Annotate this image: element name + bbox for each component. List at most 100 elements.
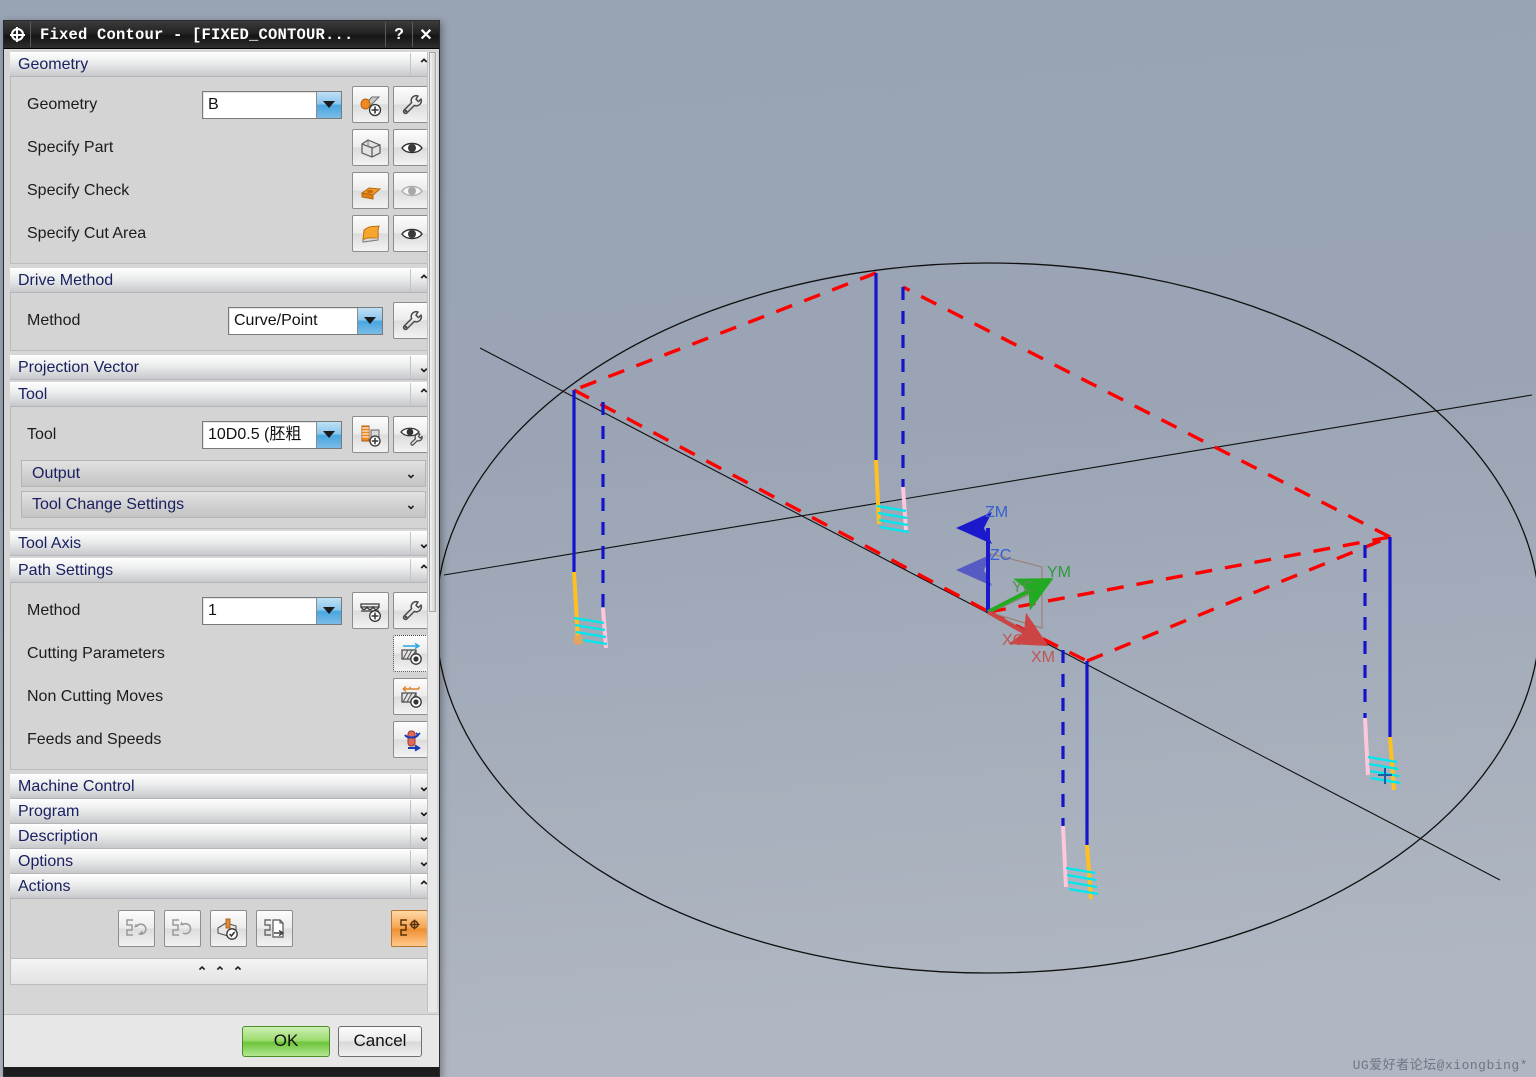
- feeds-and-speeds-icon[interactable]: [393, 721, 430, 758]
- gear-icon[interactable]: [4, 22, 31, 47]
- forum-watermark: UG爱好者论坛@xiongbing*: [1352, 1058, 1528, 1073]
- axis-label-xc: XC: [1002, 632, 1024, 649]
- section-header-path-settings[interactable]: Path Settings ⌃: [10, 558, 437, 583]
- path-method-select[interactable]: 1: [202, 596, 342, 625]
- row-drive-method: Method Curve/Point: [17, 299, 430, 342]
- scrollbar-thumb[interactable]: [429, 52, 436, 612]
- display-eye-disabled-icon[interactable]: [393, 172, 430, 209]
- ok-button[interactable]: OK: [242, 1025, 330, 1057]
- section-title-projection-vector: Projection Vector: [18, 358, 139, 376]
- part-solid-icon[interactable]: [352, 129, 389, 166]
- verify-toolpath-icon[interactable]: [209, 910, 247, 947]
- display-eye-icon[interactable]: [393, 129, 430, 166]
- row-geometry: Geometry B: [17, 83, 430, 126]
- section-header-description[interactable]: Description ⌄: [10, 824, 437, 849]
- label-feeds-and-speeds: Feeds and Speeds: [27, 730, 162, 748]
- subsection-header-tool-change-settings[interactable]: Tool Change Settings ⌄: [21, 491, 426, 518]
- axis-label-ym: YM: [1047, 564, 1071, 581]
- axis-label-xm: XM: [1031, 649, 1055, 666]
- section-title-tool-axis: Tool Axis: [18, 534, 82, 552]
- list-toolpath-icon[interactable]: [255, 910, 293, 947]
- section-title-geometry: Geometry: [18, 55, 89, 73]
- chevron-down-icon[interactable]: [316, 597, 341, 624]
- section-header-projection-vector[interactable]: Projection Vector ⌄: [10, 355, 437, 380]
- row-cutting-parameters: Cutting Parameters: [17, 632, 430, 675]
- chevron-down-icon[interactable]: [357, 307, 382, 334]
- section-body-tool: Tool 10D0.5 (胚粗 Output ⌄ Tool Change Set…: [10, 407, 437, 529]
- check-body-icon[interactable]: [352, 172, 389, 209]
- row-non-cutting-moves: Non Cutting Moves: [17, 675, 430, 718]
- non-cutting-moves-icon[interactable]: [393, 678, 430, 715]
- dialog-bottom-edge: [4, 1067, 439, 1076]
- chevron-down-icon[interactable]: [316, 421, 341, 448]
- row-path-method: Method 1: [17, 589, 430, 632]
- axis-label-zm: ZM: [985, 504, 1008, 521]
- section-body-path-settings: Method 1 Cutting Parameters Non Cutting …: [10, 583, 437, 770]
- app-root: ZM ZC YM YC XC XM UG爱好者论坛@xiongbing* Fix…: [0, 0, 1536, 1077]
- section-header-actions[interactable]: Actions ⌃: [10, 874, 437, 899]
- edit-tool-wrench-icon[interactable]: [393, 416, 430, 453]
- cancel-button[interactable]: Cancel: [338, 1025, 422, 1057]
- drive-method-select[interactable]: Curve/Point: [228, 306, 383, 335]
- dialog-scroll-body: Geometry ⌃ Geometry B Specify Part Speci…: [4, 49, 439, 1014]
- display-eye-icon[interactable]: [393, 215, 430, 252]
- label-path-method: Method: [27, 601, 81, 619]
- new-tool-icon[interactable]: [352, 416, 389, 453]
- section-title-options: Options: [18, 852, 74, 870]
- label-drive-method: Method: [27, 311, 81, 329]
- collapse-all-button[interactable]: ⌃⌃⌃: [10, 959, 437, 985]
- geometry-select[interactable]: B: [202, 90, 342, 119]
- new-method-icon[interactable]: [352, 592, 389, 629]
- row-feeds-and-speeds: Feeds and Speeds: [17, 718, 430, 761]
- drive-method-value: Curve/Point: [234, 311, 318, 329]
- section-title-description: Description: [18, 827, 99, 845]
- new-geometry-icon[interactable]: [352, 86, 389, 123]
- section-title-tool: Tool: [18, 385, 48, 403]
- subsection-header-output[interactable]: Output ⌄: [21, 460, 426, 487]
- dialog-scrollbar[interactable]: [427, 52, 437, 1012]
- section-header-options[interactable]: Options ⌄: [10, 849, 437, 874]
- section-title-program: Program: [18, 802, 80, 820]
- tool-select[interactable]: 10D0.5 (胚粗: [202, 420, 342, 449]
- replay-toolpath-icon[interactable]: [163, 910, 201, 947]
- row-specify-cut-area: Specify Cut Area: [17, 212, 430, 255]
- subsection-title-tool-change-settings: Tool Change Settings: [32, 495, 185, 513]
- axis-label-yc: YC: [1012, 579, 1034, 596]
- edit-wrench-icon[interactable]: [393, 86, 430, 123]
- axis-label-zc: ZC: [990, 547, 1011, 564]
- geometry-select-value: B: [208, 95, 219, 113]
- label-specify-cut-area: Specify Cut Area: [27, 224, 147, 242]
- row-tool: Tool 10D0.5 (胚粗: [17, 413, 430, 456]
- generate-toolpath-icon[interactable]: [117, 910, 155, 947]
- row-specify-part: Specify Part: [17, 126, 430, 169]
- help-button[interactable]: ?: [385, 22, 412, 47]
- chevron-down-icon[interactable]: [316, 91, 341, 118]
- section-title-actions: Actions: [18, 877, 71, 895]
- section-header-program[interactable]: Program ⌄: [10, 799, 437, 824]
- section-header-geometry[interactable]: Geometry ⌃: [10, 52, 437, 77]
- chevron-down-icon[interactable]: ⌄: [397, 497, 425, 513]
- cut-area-icon[interactable]: [352, 215, 389, 252]
- section-body-actions: [10, 899, 437, 959]
- section-header-tool[interactable]: Tool ⌃: [10, 382, 437, 407]
- chevron-down-icon[interactable]: ⌄: [397, 466, 425, 482]
- start-point-marker: [573, 635, 583, 645]
- section-body-geometry: Geometry B Specify Part Specify Check Sp…: [10, 77, 437, 264]
- fixed-contour-dialog: Fixed Contour - [FIXED_CONTOUR... ? ✕ Ge…: [3, 20, 440, 1077]
- cutting-parameters-icon[interactable]: [393, 635, 430, 672]
- section-title-drive-method: Drive Method: [18, 271, 114, 289]
- edit-wrench-icon[interactable]: [393, 592, 430, 629]
- dialog-footer: OK Cancel: [4, 1014, 439, 1067]
- edit-wrench-icon[interactable]: [393, 302, 430, 339]
- confirm-point-icon[interactable]: [391, 910, 428, 947]
- section-header-drive-method[interactable]: Drive Method ⌃: [10, 268, 437, 293]
- dialog-titlebar[interactable]: Fixed Contour - [FIXED_CONTOUR... ? ✕: [4, 21, 439, 49]
- section-title-path-settings: Path Settings: [18, 561, 114, 579]
- label-geometry: Geometry: [27, 95, 98, 113]
- close-icon[interactable]: ✕: [412, 22, 439, 47]
- subsection-title-output: Output: [32, 464, 81, 482]
- dialog-title: Fixed Contour - [FIXED_CONTOUR...: [40, 25, 354, 44]
- tool-select-value: 10D0.5 (胚粗: [208, 425, 302, 443]
- section-header-machine-control[interactable]: Machine Control ⌄: [10, 774, 437, 799]
- section-header-tool-axis[interactable]: Tool Axis ⌄: [10, 531, 437, 556]
